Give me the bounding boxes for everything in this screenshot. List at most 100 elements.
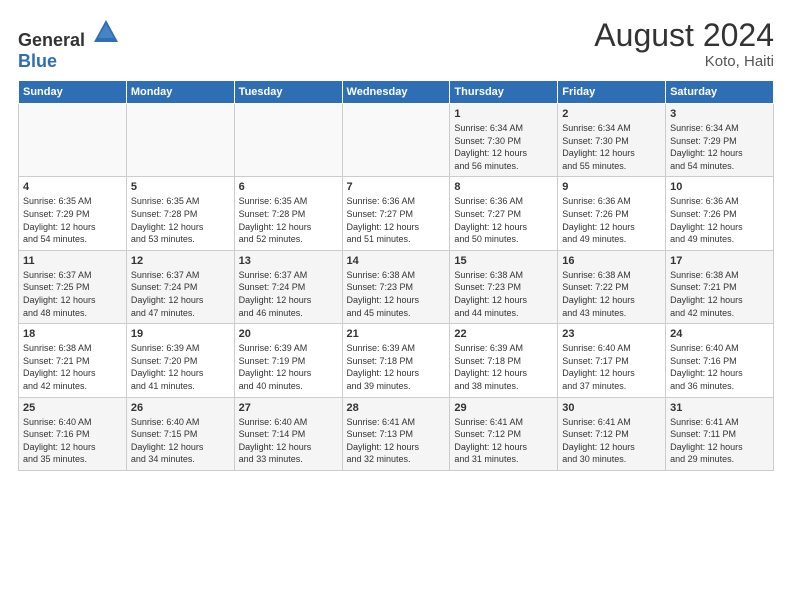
week-row-5: 25 Sunrise: 6:40 AM Sunset: 7:16 PM Dayli… <box>19 397 774 470</box>
day-info: Sunrise: 6:38 AM Sunset: 7:22 PM Dayligh… <box>562 269 661 319</box>
day-number: 6 <box>239 181 338 193</box>
calendar-cell: 28Sunrise: 6:41 AM Sunset: 7:13 PM Dayli… <box>342 397 450 470</box>
day-info: Sunrise: 6:38 AM Sunset: 7:21 PM Dayligh… <box>23 342 122 392</box>
calendar-cell: 16 Sunrise: 6:38 AM Sunset: 7:22 PM Dayli… <box>558 250 666 323</box>
day-info: Sunrise: 6:36 AM Sunset: 7:27 PM Dayligh… <box>347 195 446 245</box>
day-number: 27 <box>239 402 338 414</box>
day-header-thursday: Thursday <box>450 81 558 104</box>
calendar-cell: 29 Sunrise: 6:41 AM Sunset: 7:12 PM Dayli… <box>450 397 558 470</box>
day-header-saturday: Saturday <box>666 81 774 104</box>
sub-title: Koto, Haiti <box>594 53 774 70</box>
day-info: Sunrise: 6:37 AM Sunset: 7:24 PM Dayligh… <box>131 269 230 319</box>
logo-general: General <box>18 30 85 50</box>
calendar-cell: 23 Sunrise: 6:40 AM Sunset: 7:17 PM Dayli… <box>558 324 666 397</box>
day-info: Sunrise: 6:40 AM Sunset: 7:16 PM Dayligh… <box>670 342 769 392</box>
day-info: Sunrise: 6:41 AM Sunset: 7:12 PM Dayligh… <box>562 416 661 466</box>
day-header-tuesday: Tuesday <box>234 81 342 104</box>
calendar-cell: 7 Sunrise: 6:36 AM Sunset: 7:27 PM Daylig… <box>342 177 450 250</box>
day-number: 12 <box>131 255 230 267</box>
header: General Blue August 2024 Koto, Haiti <box>18 18 774 72</box>
logo-icon <box>92 18 120 46</box>
day-info: Sunrise: 6:39 AM Sunset: 7:18 PM Dayligh… <box>347 342 446 392</box>
day-info: Sunrise: 6:40 AM Sunset: 7:16 PM Dayligh… <box>23 416 122 466</box>
day-number: 21 <box>347 328 446 340</box>
day-number: 20 <box>239 328 338 340</box>
calendar-cell: 17 Sunrise: 6:38 AM Sunset: 7:21 PM Dayli… <box>666 250 774 323</box>
day-info: Sunrise: 6:34 AM Sunset: 7:30 PM Dayligh… <box>562 122 661 172</box>
calendar-cell <box>19 104 127 177</box>
calendar-cell: 13 Sunrise: 6:37 AM Sunset: 7:24 PM Dayli… <box>234 250 342 323</box>
day-info: Sunrise: 6:34 AM Sunset: 7:29 PM Dayligh… <box>670 122 769 172</box>
logo-blue: Blue <box>18 51 57 71</box>
day-info: Sunrise: 6:40 AM Sunset: 7:15 PM Dayligh… <box>131 416 230 466</box>
day-number: 23 <box>562 328 661 340</box>
calendar-cell: 8Sunrise: 6:36 AM Sunset: 7:27 PM Daylig… <box>450 177 558 250</box>
calendar-cell: 2Sunrise: 6:34 AM Sunset: 7:30 PM Daylig… <box>558 104 666 177</box>
day-info: Sunrise: 6:35 AM Sunset: 7:29 PM Dayligh… <box>23 195 122 245</box>
day-header-wednesday: Wednesday <box>342 81 450 104</box>
day-header-sunday: Sunday <box>19 81 127 104</box>
day-info: Sunrise: 6:41 AM Sunset: 7:11 PM Dayligh… <box>670 416 769 466</box>
day-number: 11 <box>23 255 122 267</box>
day-info: Sunrise: 6:35 AM Sunset: 7:28 PM Dayligh… <box>131 195 230 245</box>
day-info: Sunrise: 6:37 AM Sunset: 7:24 PM Dayligh… <box>239 269 338 319</box>
day-info: Sunrise: 6:38 AM Sunset: 7:23 PM Dayligh… <box>454 269 553 319</box>
week-row-4: 18Sunrise: 6:38 AM Sunset: 7:21 PM Dayli… <box>19 324 774 397</box>
calendar-cell <box>234 104 342 177</box>
day-header-friday: Friday <box>558 81 666 104</box>
main-title: August 2024 <box>594 18 774 53</box>
day-info: Sunrise: 6:37 AM Sunset: 7:25 PM Dayligh… <box>23 269 122 319</box>
calendar-cell: 1 Sunrise: 6:34 AM Sunset: 7:30 PM Daylig… <box>450 104 558 177</box>
day-number: 15 <box>454 255 553 267</box>
day-number: 29 <box>454 402 553 414</box>
calendar-cell: 3Sunrise: 6:34 AM Sunset: 7:29 PM Daylig… <box>666 104 774 177</box>
calendar-cell <box>126 104 234 177</box>
calendar-cell: 15 Sunrise: 6:38 AM Sunset: 7:23 PM Dayli… <box>450 250 558 323</box>
calendar-cell: 19 Sunrise: 6:39 AM Sunset: 7:20 PM Dayli… <box>126 324 234 397</box>
week-row-3: 11 Sunrise: 6:37 AM Sunset: 7:25 PM Dayli… <box>19 250 774 323</box>
calendar-cell: 24Sunrise: 6:40 AM Sunset: 7:16 PM Dayli… <box>666 324 774 397</box>
calendar-cell: 10 Sunrise: 6:36 AM Sunset: 7:26 PM Dayli… <box>666 177 774 250</box>
calendar-cell: 11 Sunrise: 6:37 AM Sunset: 7:25 PM Dayli… <box>19 250 127 323</box>
day-number: 4 <box>23 181 122 193</box>
calendar-cell: 27Sunrise: 6:40 AM Sunset: 7:14 PM Dayli… <box>234 397 342 470</box>
week-row-2: 4 Sunrise: 6:35 AM Sunset: 7:29 PM Daylig… <box>19 177 774 250</box>
calendar: SundayMondayTuesdayWednesdayThursdayFrid… <box>18 80 774 471</box>
calendar-cell: 31 Sunrise: 6:41 AM Sunset: 7:11 PM Dayli… <box>666 397 774 470</box>
day-number: 26 <box>131 402 230 414</box>
day-number: 31 <box>670 402 769 414</box>
calendar-cell: 12 Sunrise: 6:37 AM Sunset: 7:24 PM Dayli… <box>126 250 234 323</box>
day-number: 13 <box>239 255 338 267</box>
calendar-cell: 14 Sunrise: 6:38 AM Sunset: 7:23 PM Dayli… <box>342 250 450 323</box>
calendar-cell <box>342 104 450 177</box>
header-row: SundayMondayTuesdayWednesdayThursdayFrid… <box>19 81 774 104</box>
calendar-cell: 22Sunrise: 6:39 AM Sunset: 7:18 PM Dayli… <box>450 324 558 397</box>
day-number: 25 <box>23 402 122 414</box>
calendar-cell: 5 Sunrise: 6:35 AM Sunset: 7:28 PM Daylig… <box>126 177 234 250</box>
day-info: Sunrise: 6:38 AM Sunset: 7:21 PM Dayligh… <box>670 269 769 319</box>
logo: General Blue <box>18 18 120 72</box>
day-info: Sunrise: 6:40 AM Sunset: 7:17 PM Dayligh… <box>562 342 661 392</box>
day-info: Sunrise: 6:34 AM Sunset: 7:30 PM Dayligh… <box>454 122 553 172</box>
page: General Blue August 2024 Koto, Haiti Sun… <box>0 0 792 612</box>
day-number: 16 <box>562 255 661 267</box>
day-info: Sunrise: 6:41 AM Sunset: 7:13 PM Dayligh… <box>347 416 446 466</box>
day-info: Sunrise: 6:38 AM Sunset: 7:23 PM Dayligh… <box>347 269 446 319</box>
day-number: 10 <box>670 181 769 193</box>
day-number: 22 <box>454 328 553 340</box>
calendar-cell: 6Sunrise: 6:35 AM Sunset: 7:28 PM Daylig… <box>234 177 342 250</box>
day-info: Sunrise: 6:39 AM Sunset: 7:19 PM Dayligh… <box>239 342 338 392</box>
day-info: Sunrise: 6:36 AM Sunset: 7:27 PM Dayligh… <box>454 195 553 245</box>
day-number: 7 <box>347 181 446 193</box>
calendar-cell: 4 Sunrise: 6:35 AM Sunset: 7:29 PM Daylig… <box>19 177 127 250</box>
day-info: Sunrise: 6:39 AM Sunset: 7:20 PM Dayligh… <box>131 342 230 392</box>
day-number: 17 <box>670 255 769 267</box>
day-number: 1 <box>454 108 553 120</box>
day-number: 5 <box>131 181 230 193</box>
day-info: Sunrise: 6:41 AM Sunset: 7:12 PM Dayligh… <box>454 416 553 466</box>
day-info: Sunrise: 6:36 AM Sunset: 7:26 PM Dayligh… <box>562 195 661 245</box>
day-info: Sunrise: 6:36 AM Sunset: 7:26 PM Dayligh… <box>670 195 769 245</box>
title-block: August 2024 Koto, Haiti <box>594 18 774 70</box>
day-number: 19 <box>131 328 230 340</box>
day-number: 14 <box>347 255 446 267</box>
